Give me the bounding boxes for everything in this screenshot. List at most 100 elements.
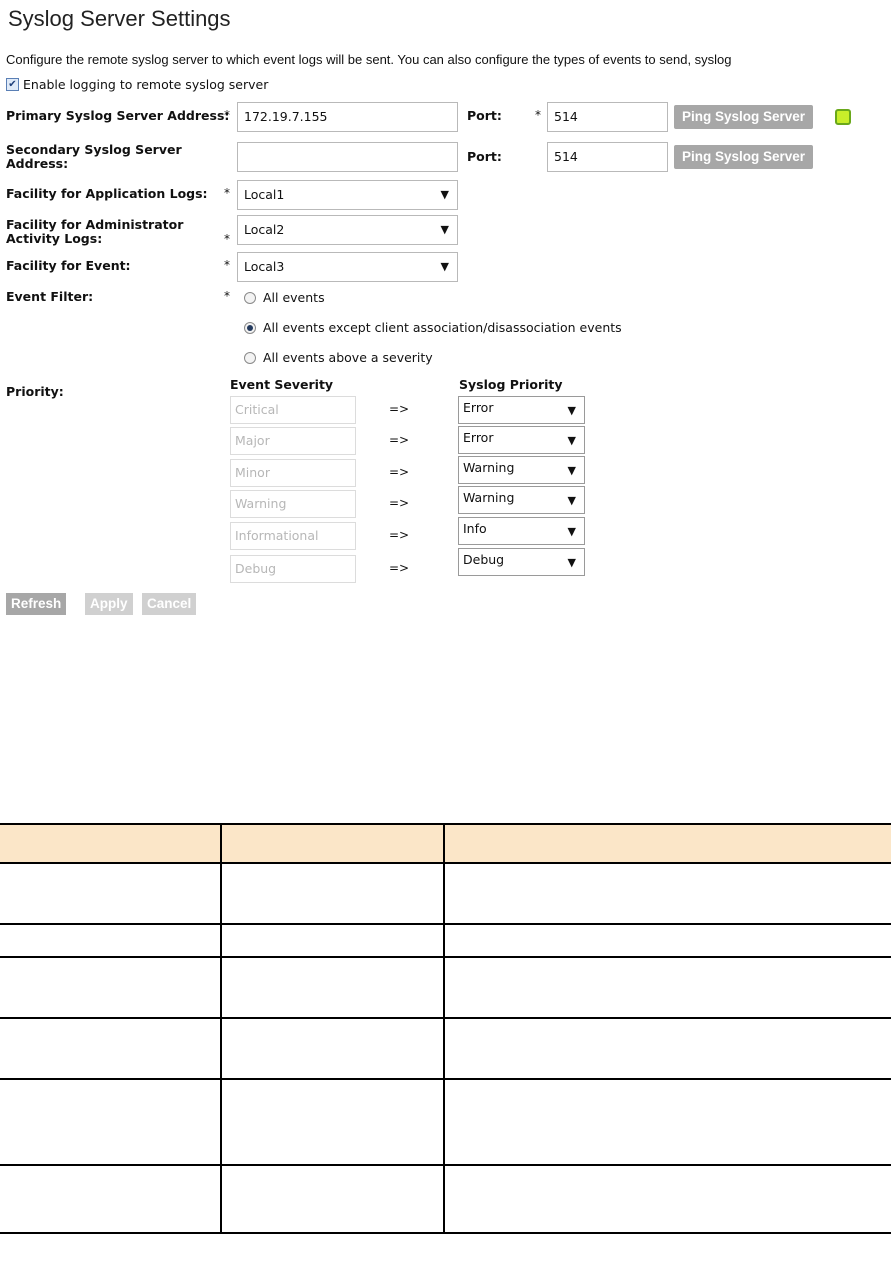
secondary-port-label: Port: [467, 149, 502, 164]
chevron-down-icon: ▼ [567, 464, 576, 477]
priority-value: Error [463, 400, 494, 415]
filter-above-severity-label[interactable]: All events above a severity [263, 350, 433, 365]
event-facility-value: Local3 [244, 259, 285, 274]
table-row [0, 1079, 891, 1166]
severity-field-warning: Warning [230, 490, 356, 518]
mapping-arrow: => [389, 496, 410, 510]
filter-except-client-label[interactable]: All events except client association/dis… [263, 320, 622, 335]
ping-primary-button[interactable]: Ping Syslog Server [674, 105, 814, 129]
priority-value: Warning [463, 460, 515, 475]
priority-select-debug[interactable]: Debug ▼ [458, 548, 585, 576]
table-header-cell [0, 823, 221, 864]
apply-button[interactable]: Apply [85, 593, 133, 615]
chevron-down-icon: ▼ [440, 260, 449, 273]
severity-field-debug: Debug [230, 555, 356, 583]
filter-all-label[interactable]: All events [263, 290, 325, 305]
table-cell [220, 1018, 444, 1080]
required-mark: * [224, 232, 230, 246]
event-facility-select[interactable]: Local3 ▼ [237, 252, 458, 282]
required-mark: * [224, 108, 230, 122]
required-mark: * [224, 289, 230, 303]
table-cell [443, 924, 891, 958]
secondary-server-input[interactable] [237, 142, 458, 172]
admin-facility-select[interactable]: Local2 ▼ [237, 215, 458, 245]
event-filter-label: Event Filter: [6, 289, 94, 304]
severity-field-informational: Informational [230, 522, 356, 550]
mapping-arrow: => [389, 402, 410, 416]
priority-value: Error [463, 430, 494, 445]
ping-secondary-button[interactable]: Ping Syslog Server [674, 145, 814, 169]
table-cell [443, 1018, 891, 1080]
priority-value: Debug [463, 552, 505, 567]
filter-above-severity-radio[interactable] [244, 352, 256, 364]
table-row [0, 924, 891, 958]
priority-select-major[interactable]: Error ▼ [458, 426, 585, 454]
table-header-row [0, 823, 891, 864]
status-led-icon [835, 109, 851, 125]
chevron-down-icon: ▼ [440, 223, 449, 236]
priority-select-minor[interactable]: Warning ▼ [458, 456, 585, 484]
severity-field-critical: Critical [230, 396, 356, 424]
app-facility-value: Local1 [244, 187, 285, 202]
mapping-arrow: => [389, 561, 410, 575]
table-cell [220, 957, 444, 1019]
enable-logging-checkbox[interactable]: ✔ [6, 78, 19, 91]
syslog-priority-header: Syslog Priority [459, 377, 563, 392]
table-cell [0, 1018, 221, 1080]
priority-value: Info [463, 521, 487, 536]
app-facility-select[interactable]: Local1 ▼ [237, 180, 458, 210]
priority-value: Warning [463, 490, 515, 505]
required-mark: * [535, 108, 541, 122]
secondary-label-line2: Address: [6, 156, 69, 171]
table-cell [0, 863, 221, 925]
table-row [0, 1165, 891, 1234]
chevron-down-icon: ▼ [440, 188, 449, 201]
table-cell [0, 924, 221, 958]
event-facility-label: Facility for Event: [6, 258, 131, 273]
filter-except-client-radio[interactable] [244, 322, 256, 334]
table-row [0, 863, 891, 925]
table-cell [0, 1079, 221, 1166]
filter-all-radio[interactable] [244, 292, 256, 304]
severity-field-minor: Minor [230, 459, 356, 487]
app-facility-label: Facility for Application Logs: [6, 186, 208, 201]
priority-select-informational[interactable]: Info ▼ [458, 517, 585, 545]
priority-select-critical[interactable]: Error ▼ [458, 396, 585, 424]
table-cell [0, 957, 221, 1019]
primary-port-input[interactable]: 514 [547, 102, 668, 132]
admin-facility-value: Local2 [244, 222, 285, 237]
admin-facility-label-line1: Facility for Administrator [6, 217, 184, 232]
refresh-button[interactable]: Refresh [6, 593, 67, 615]
table-cell [443, 1165, 891, 1234]
required-mark: * [224, 186, 230, 200]
admin-facility-label: Facility for Administrator Activity Logs… [6, 218, 183, 246]
table-header-cell [220, 823, 444, 864]
chevron-down-icon: ▼ [567, 404, 576, 417]
secondary-label-line1: Secondary Syslog Server [6, 142, 182, 157]
mapping-arrow: => [389, 528, 410, 542]
primary-server-label: Primary Syslog Server Address: [6, 108, 230, 123]
primary-port-label: Port: [467, 108, 502, 123]
secondary-server-label: Secondary Syslog Server Address: [6, 143, 182, 171]
chevron-down-icon: ▼ [567, 556, 576, 569]
chevron-down-icon: ▼ [567, 494, 576, 507]
table-cell [0, 1165, 221, 1234]
priority-label: Priority: [6, 384, 64, 399]
primary-server-input[interactable]: 172.19.7.155 [237, 102, 458, 132]
mapping-arrow: => [389, 433, 410, 447]
enable-logging-row[interactable]: ✔ Enable logging to remote syslog server [6, 77, 268, 92]
event-severity-header: Event Severity [230, 377, 334, 392]
page-description: Configure the remote syslog server to wh… [6, 52, 732, 67]
table-row [0, 1018, 891, 1080]
table-cell [220, 924, 444, 958]
priority-select-warning[interactable]: Warning ▼ [458, 486, 585, 514]
cancel-button[interactable]: Cancel [142, 593, 197, 615]
table-header-cell [443, 823, 891, 864]
chevron-down-icon: ▼ [567, 525, 576, 538]
table-cell [443, 863, 891, 925]
mapping-arrow: => [389, 465, 410, 479]
secondary-port-input[interactable]: 514 [547, 142, 668, 172]
table-cell [443, 957, 891, 1019]
required-mark: * [224, 258, 230, 272]
table-cell [220, 863, 444, 925]
